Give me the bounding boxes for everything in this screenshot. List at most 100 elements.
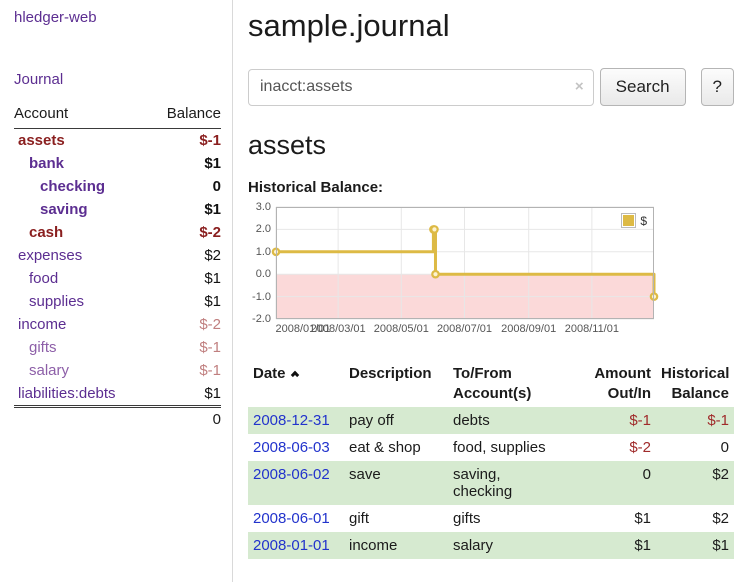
help-button[interactable]: ? xyxy=(701,68,734,106)
account-balance: $-1 xyxy=(149,359,221,382)
transaction-date-link[interactable]: 2008-06-02 xyxy=(253,466,330,483)
y-tick-label: 0.0 xyxy=(256,268,271,280)
transaction-amount: $-2 xyxy=(574,434,656,461)
account-row: expenses $2 xyxy=(14,244,221,267)
register-row: 2008-01-01incomesalary$1$1 xyxy=(248,532,734,559)
chart-plot-wrap: $ 2008/01/012008/03/012008/05/012008/07/… xyxy=(276,207,654,338)
x-tick-label: 2008/09/01 xyxy=(501,323,556,335)
search-input-wrap: × xyxy=(248,69,594,106)
transaction-date-link[interactable]: 2008-12-31 xyxy=(253,412,330,429)
account-balance: $-2 xyxy=(149,221,221,244)
register-table: Date Description To/From Account(s) Amou… xyxy=(248,360,734,559)
account-link[interactable]: saving xyxy=(40,201,88,218)
transaction-amount: $1 xyxy=(574,505,656,532)
journal-nav-link[interactable]: Journal xyxy=(14,71,221,88)
account-balance: $-1 xyxy=(149,129,221,153)
transaction-description: gift xyxy=(344,505,448,532)
register-header-accounts: To/From Account(s) xyxy=(448,360,574,407)
register-header-date[interactable]: Date xyxy=(248,360,344,407)
account-link[interactable]: assets xyxy=(18,132,65,149)
page-title: sample.journal xyxy=(248,8,734,44)
account-balance: $1 xyxy=(149,198,221,221)
transaction-amount: $1 xyxy=(574,532,656,559)
account-balance: $-2 xyxy=(149,313,221,336)
x-tick-label: 2008/03/01 xyxy=(311,323,366,335)
transaction-balance: 0 xyxy=(656,434,734,461)
account-row: income $-2 xyxy=(14,313,221,336)
accounts-total-balance: 0 xyxy=(149,407,221,432)
y-tick-label: -1.0 xyxy=(252,291,271,303)
sort-ascending-icon xyxy=(290,371,298,379)
chart-title: Historical Balance: xyxy=(248,179,734,196)
x-tick-label: 2008/11/01 xyxy=(565,323,619,335)
search-button[interactable]: Search xyxy=(600,68,686,106)
transaction-description: pay off xyxy=(344,407,448,434)
y-tick-label: 1.0 xyxy=(256,246,271,258)
chart-plot-area xyxy=(276,207,654,319)
account-link[interactable]: checking xyxy=(40,178,105,195)
y-tick-label: 2.0 xyxy=(256,223,271,235)
account-balance: $1 xyxy=(149,152,221,175)
transaction-balance: $2 xyxy=(656,461,734,505)
accounts-header-balance: Balance xyxy=(149,103,221,129)
account-balance: 0 xyxy=(149,175,221,198)
account-link[interactable]: supplies xyxy=(29,293,84,310)
register-header-balance: Historical Balance xyxy=(656,360,734,407)
transaction-date-link[interactable]: 2008-01-01 xyxy=(253,537,330,554)
account-balance: $2 xyxy=(149,244,221,267)
register-header-amount: Amount Out/In xyxy=(574,360,656,407)
x-tick-label: 2008/07/01 xyxy=(437,323,492,335)
chart-legend: $ xyxy=(621,213,647,228)
transaction-date-link[interactable]: 2008-06-03 xyxy=(253,439,330,456)
transaction-accounts: debts xyxy=(448,407,574,434)
account-row: gifts $-1 xyxy=(14,336,221,359)
account-link[interactable]: liabilities:debts xyxy=(18,385,116,402)
account-link[interactable]: income xyxy=(18,316,66,333)
account-row: bank $1 xyxy=(14,152,221,175)
account-row: salary $-1 xyxy=(14,359,221,382)
clear-search-icon[interactable]: × xyxy=(575,78,584,95)
register-row: 2008-06-03 eat & shopfood, supplies$-20 xyxy=(248,434,734,461)
transaction-description: income xyxy=(344,532,448,559)
y-tick-label: -2.0 xyxy=(252,313,271,325)
transaction-amount: 0 xyxy=(574,461,656,505)
account-heading: assets xyxy=(248,130,734,161)
app-title-link[interactable]: hledger-web xyxy=(14,9,221,26)
account-row: assets $-1 xyxy=(14,129,221,153)
register-header-description: Description xyxy=(344,360,448,407)
account-balance: $1 xyxy=(149,382,221,407)
transaction-accounts: salary xyxy=(448,532,574,559)
account-row: liabilities:debts $1 xyxy=(14,382,221,407)
account-row: supplies$1 xyxy=(14,290,221,313)
transaction-balance: $1 xyxy=(656,532,734,559)
historical-balance-chart: 3.02.01.00.0-1.0-2.0 $ 2008/01/012008/03… xyxy=(248,207,734,338)
account-row: cash $-2 xyxy=(14,221,221,244)
transaction-accounts: gifts xyxy=(448,505,574,532)
x-tick-label: 2008/05/01 xyxy=(374,323,429,335)
legend-swatch-icon xyxy=(621,213,636,228)
sidebar: hledger-web Journal Account Balance asse… xyxy=(0,0,233,582)
accounts-header-account: Account xyxy=(14,103,149,129)
transaction-amount: $-1 xyxy=(574,407,656,434)
transaction-balance: $-1 xyxy=(656,407,734,434)
account-link[interactable]: cash xyxy=(29,224,63,241)
transaction-description: save xyxy=(344,461,448,505)
account-link[interactable]: gifts xyxy=(29,339,57,356)
account-balance: $-1 xyxy=(149,336,221,359)
transaction-accounts: food, supplies xyxy=(448,434,574,461)
transaction-date-link[interactable]: 2008-06-01 xyxy=(253,510,330,527)
search-input[interactable] xyxy=(248,69,594,106)
main-content: sample.journal × Search ? assets Histori… xyxy=(234,0,742,582)
transaction-accounts: saving, checking xyxy=(448,461,574,505)
account-link[interactable]: expenses xyxy=(18,247,82,264)
account-link[interactable]: food xyxy=(29,270,58,287)
account-row: checking 0 xyxy=(14,175,221,198)
account-link[interactable]: salary xyxy=(29,362,69,379)
register-row: 2008-06-01 giftgifts$1$2 xyxy=(248,505,734,532)
account-link[interactable]: bank xyxy=(29,155,64,172)
accounts-balance-table: Account Balance assets $-1 bank $1 checking 0… xyxy=(14,103,221,431)
y-tick-label: 3.0 xyxy=(256,201,271,213)
transaction-balance: $2 xyxy=(656,505,734,532)
transaction-description: eat & shop xyxy=(344,434,448,461)
accounts-table-body: assets$-1bank$1checking0saving$1cash$-2e… xyxy=(14,129,221,407)
